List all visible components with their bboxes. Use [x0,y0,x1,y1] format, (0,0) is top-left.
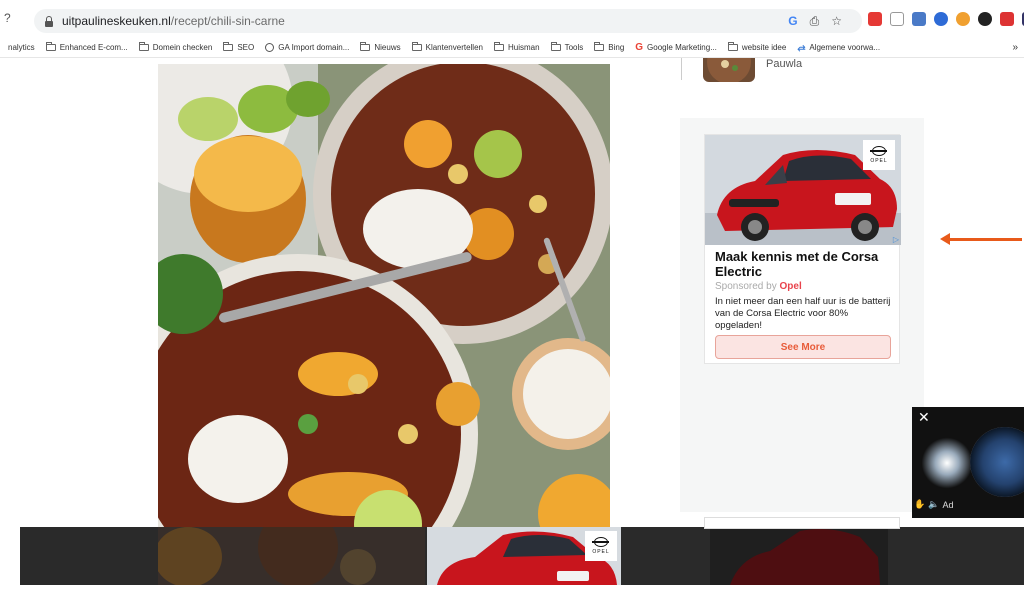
floating-video-ad[interactable]: ✕ ✋ 🔈 Ad [912,407,1024,518]
folder-icon [223,42,234,51]
bookmark-item[interactable]: Domein checken [138,42,212,52]
address-bar[interactable]: uitpaulineskeuken.nl/recept/chili-sin-ca… [34,9,862,33]
extension-icon-4[interactable] [934,12,948,26]
opel-logo: OPEL [863,140,895,170]
folder-icon [45,42,56,51]
bookmark-item[interactable]: G Google Marketing... [635,42,717,53]
ad-body-text: In niet meer dan een half uur is de batt… [715,296,891,331]
lock-icon[interactable] [44,15,54,27]
share-icon[interactable]: ⎙ [810,14,820,29]
extension-icon-5[interactable] [956,12,970,26]
annotation-arrow-right [940,233,1022,245]
see-more-button[interactable]: See More [715,335,891,359]
ad-sponsor-name[interactable]: Opel [780,281,802,292]
folder-icon [411,42,422,51]
bookmarks-overflow-icon[interactable]: » [1012,42,1018,53]
related-recipe-thumbnail[interactable] [703,58,755,82]
bookmarks-bar: nalytics Enhanced E-com... Domein checke… [0,38,1024,58]
bottom-ad-car-image[interactable]: OPEL [427,527,621,585]
ad-sponsor-line: Sponsored by Opel [715,281,802,292]
sidebar-divider [681,58,682,80]
related-recipe-title[interactable]: Pauwla [766,58,802,70]
folder-icon [727,42,738,51]
hand-icon[interactable]: ✋ [914,499,925,510]
recipe-photo [158,64,610,528]
extension-icon-7[interactable] [1000,12,1014,26]
url-domain: uitpaulineskeuken.nl [62,14,171,28]
bookmark-item[interactable]: SEO [223,42,254,52]
opel-bolt-icon [592,537,609,547]
folder-icon [138,42,149,51]
bookmark-item[interactable]: Tools [550,42,583,52]
video-close-icon[interactable]: ✕ [918,410,930,424]
second-ad-card-peek [704,517,900,529]
video-ad-label: Ad [942,499,954,510]
globe-icon [265,43,275,52]
bookmark-item[interactable]: website idee [727,42,786,52]
folder-icon [360,42,371,51]
bookmark-item[interactable]: GA Import domain... [265,43,349,52]
bottom-opel-logo: OPEL [585,531,617,561]
google-icon: G [635,42,644,53]
bookmark-item[interactable]: nalytics [8,43,35,52]
extension-icon-1[interactable] [868,12,882,26]
folder-icon [493,42,504,51]
folder-icon [550,42,561,51]
extension-icon-3[interactable] [912,12,926,26]
url-text[interactable]: uitpaulineskeuken.nl/recept/chili-sin-ca… [62,14,285,28]
video-controls: ✋ 🔈 Ad [914,499,953,510]
link-icon: ⥄ [797,42,806,53]
bookmark-item[interactable]: Huisman [493,42,540,52]
folder-icon [594,42,605,51]
bookmark-star-icon[interactable]: ☆ [831,14,842,29]
video-light-flare [922,433,972,493]
ad-car-image[interactable]: OPEL ▷ [705,135,901,245]
sticky-bottom-ad-bar[interactable]: OPEL [20,507,1024,587]
extension-icon-6[interactable] [978,12,992,26]
adchoices-icon[interactable]: ▷ [893,235,899,244]
bookmark-item[interactable]: ⥄ Algemene voorwa... [797,42,880,53]
bookmark-item[interactable]: Enhanced E-com... [45,42,128,52]
extensions [868,12,1024,26]
ad-title[interactable]: Maak kennis met de Corsa Electric [715,249,895,279]
volume-icon[interactable]: 🔈 [928,499,939,510]
bookmark-item[interactable]: Klantenvertellen [411,42,483,52]
watch-image [970,427,1024,497]
bottom-bar-dimmed-ad [710,527,888,585]
address-icons: G ⎙ ☆ [788,14,842,29]
google-translate-icon[interactable]: G [788,14,797,29]
extension-icon-2[interactable] [890,12,904,26]
opel-ad-card[interactable]: OPEL ▷ Maak kennis met de Corsa Electric… [704,134,901,364]
bookmark-item[interactable]: Nieuws [360,42,401,52]
chili-bowls-image [158,64,610,528]
browser-toolbar: ? uitpaulineskeuken.nl/recept/chili-sin-… [0,0,1024,38]
back-glyph[interactable]: ? [4,11,11,25]
url-path: /recept/chili-sin-carne [170,14,285,28]
bottom-bar-dimmed-content [154,507,425,587]
opel-bolt-icon [870,146,887,156]
bookmark-item[interactable]: Bing [594,42,624,52]
